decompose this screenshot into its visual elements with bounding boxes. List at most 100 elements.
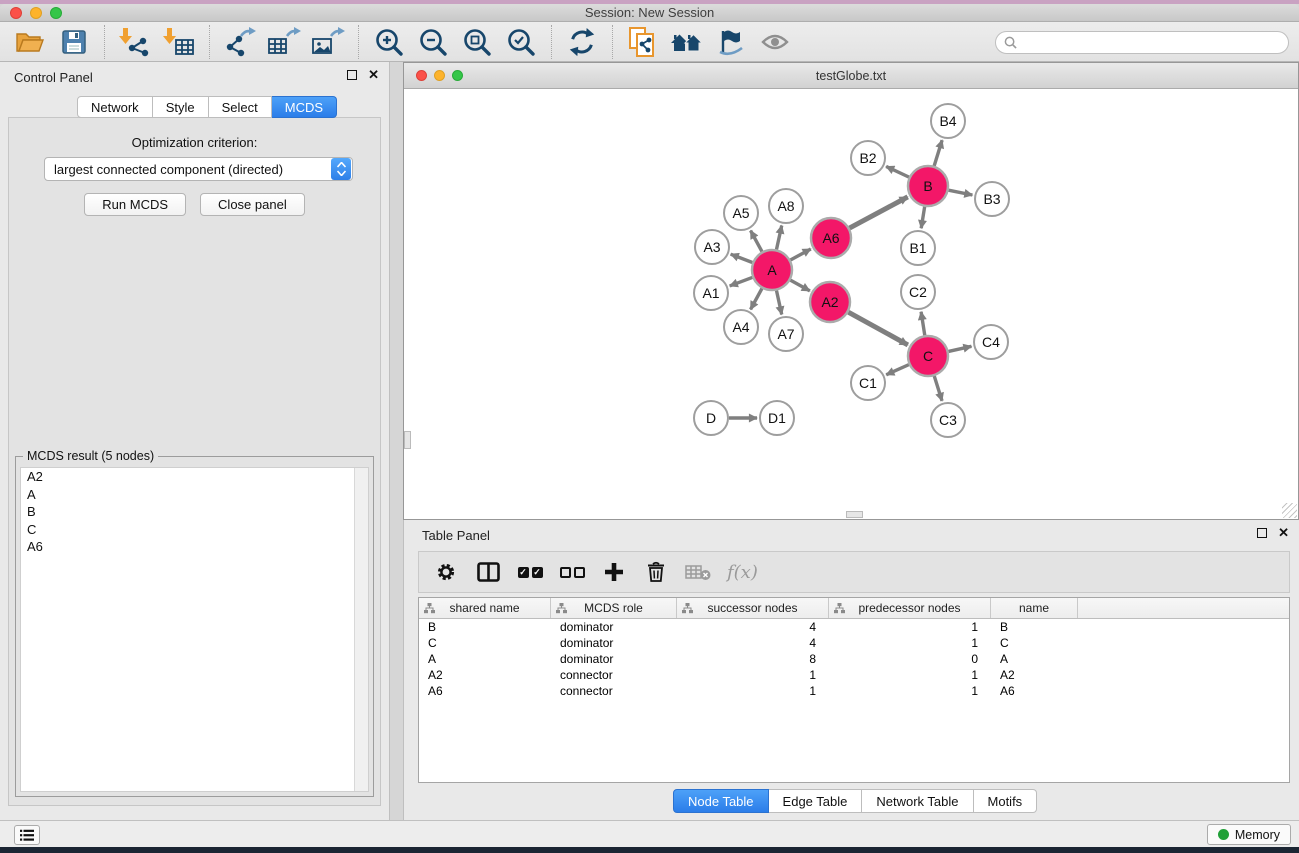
graph-edge[interactable] xyxy=(751,288,762,309)
close-panel-button[interactable]: Close panel xyxy=(200,193,305,216)
import-network-icon[interactable] xyxy=(117,25,153,59)
column-header-shared-name[interactable]: shared name xyxy=(419,598,551,618)
panel-divider[interactable] xyxy=(391,62,403,820)
graph-edge[interactable] xyxy=(730,277,753,286)
select-all-icon[interactable]: ✓✓ xyxy=(517,559,543,585)
column-header-successor-nodes[interactable]: successor nodes xyxy=(677,598,829,618)
criterion-value: largest connected component (directed) xyxy=(45,162,330,177)
tab-node-table[interactable]: Node Table xyxy=(673,789,769,813)
table-row[interactable]: Bdominator 41 B xyxy=(419,619,1289,635)
export-network-icon[interactable] xyxy=(222,25,258,59)
scrollbar[interactable] xyxy=(846,511,863,518)
tab-motifs[interactable]: Motifs xyxy=(974,789,1038,813)
network-window-titlebar[interactable]: testGlobe.txt xyxy=(404,63,1298,89)
settings-gear-icon[interactable] xyxy=(433,559,459,585)
zoom-out-icon[interactable] xyxy=(415,25,451,59)
close-panel-icon[interactable]: ✕ xyxy=(368,70,379,80)
graph-edge[interactable] xyxy=(921,312,925,335)
network-view-window: testGlobe.txt B4B2BB3A8A5A6A3B1AC2A1A2A4… xyxy=(403,62,1299,520)
search-input[interactable] xyxy=(1022,36,1288,50)
home-icon[interactable] xyxy=(669,25,705,59)
scrollbar[interactable] xyxy=(354,468,368,791)
list-item[interactable]: C xyxy=(21,521,368,539)
search-field[interactable] xyxy=(995,31,1289,54)
graph-edge[interactable] xyxy=(776,291,781,315)
list-item[interactable]: A xyxy=(21,486,368,504)
graph-edge[interactable] xyxy=(934,140,942,166)
table-panel: Table Panel ✕ ✓✓ xyxy=(403,520,1299,820)
float-panel-icon[interactable] xyxy=(347,70,357,80)
column-header-mcds-role[interactable]: MCDS role xyxy=(551,598,677,618)
table-row[interactable]: Adominator 80 A xyxy=(419,651,1289,667)
network-window-title: testGlobe.txt xyxy=(404,69,1298,83)
network-canvas[interactable]: B4B2BB3A8A5A6A3B1AC2A1A2A4A7C4CC1DD1C3 xyxy=(404,89,1298,519)
add-column-icon[interactable] xyxy=(601,559,627,585)
column-header-predecessor-nodes[interactable]: predecessor nodes xyxy=(829,598,991,618)
close-panel-icon[interactable]: ✕ xyxy=(1278,528,1289,538)
graph-edge[interactable] xyxy=(886,166,909,177)
workspace: Control Panel ✕ Network Style Select MCD… xyxy=(0,62,1299,820)
import-table-icon[interactable] xyxy=(161,25,197,59)
graph-edge[interactable] xyxy=(848,312,907,345)
tab-mcds[interactable]: MCDS xyxy=(272,96,337,118)
graph-edge[interactable] xyxy=(731,254,753,262)
memory-status-icon xyxy=(1218,829,1229,840)
list-item[interactable]: A6 xyxy=(21,538,368,556)
graph-node-label: D xyxy=(706,410,716,426)
control-panel-title: Control Panel xyxy=(14,70,93,85)
zoom-selected-icon[interactable] xyxy=(503,25,539,59)
delete-column-icon[interactable] xyxy=(643,559,669,585)
graph-edge[interactable] xyxy=(886,365,909,375)
graph-node-label: D1 xyxy=(768,410,786,426)
network-graph[interactable]: B4B2BB3A8A5A6A3B1AC2A1A2A4A7C4CC1DD1C3 xyxy=(404,89,1298,519)
graph-edge[interactable] xyxy=(934,376,942,401)
apply-layout-icon[interactable] xyxy=(564,25,600,59)
show-graphics-details-icon[interactable] xyxy=(713,25,749,59)
tab-select[interactable]: Select xyxy=(209,96,272,118)
list-item[interactable]: A2 xyxy=(21,468,368,486)
save-session-icon[interactable] xyxy=(56,25,92,59)
graph-edge[interactable] xyxy=(921,207,924,229)
memory-button[interactable]: Memory xyxy=(1207,824,1291,845)
export-table-icon[interactable] xyxy=(266,25,302,59)
deselect-all-icon[interactable] xyxy=(559,559,585,585)
scrollbar[interactable] xyxy=(404,431,411,449)
table-row[interactable]: A6connector 11 A6 xyxy=(419,683,1289,699)
table-panel-title: Table Panel xyxy=(422,528,490,543)
graph-node-label: B2 xyxy=(859,150,876,166)
graph-edge[interactable] xyxy=(850,197,908,228)
eye-icon[interactable] xyxy=(757,25,793,59)
run-mcds-button[interactable]: Run MCDS xyxy=(84,193,186,216)
tab-network[interactable]: Network xyxy=(77,96,153,118)
show-columns-icon[interactable] xyxy=(475,559,501,585)
table-panel-header: Table Panel ✕ xyxy=(404,520,1299,550)
mcds-result-list[interactable]: A2 A B C A6 xyxy=(20,467,369,792)
graph-edge[interactable] xyxy=(776,226,781,250)
criterion-dropdown[interactable]: largest connected component (directed) xyxy=(44,157,353,181)
table-row[interactable]: A2connector 11 A2 xyxy=(419,667,1289,683)
column-header-name[interactable]: name xyxy=(991,598,1078,618)
graph-edge[interactable] xyxy=(790,249,810,260)
search-icon xyxy=(1004,36,1017,49)
window-titlebar[interactable]: Session: New Session xyxy=(0,4,1299,22)
graph-edge[interactable] xyxy=(949,190,973,195)
graph-edge[interactable] xyxy=(751,231,762,252)
list-item[interactable]: B xyxy=(21,503,368,521)
resize-grip[interactable] xyxy=(1282,503,1297,518)
graph-edge[interactable] xyxy=(948,346,971,351)
node-table[interactable]: shared name MCDS role successor nodes pr… xyxy=(418,597,1290,783)
zoom-in-icon[interactable] xyxy=(371,25,407,59)
zoom-fit-icon[interactable] xyxy=(459,25,495,59)
tab-edge-table[interactable]: Edge Table xyxy=(769,789,863,813)
table-row[interactable]: Cdominator 41 C xyxy=(419,635,1289,651)
table-header-row: shared name MCDS role successor nodes pr… xyxy=(419,598,1289,619)
float-panel-icon[interactable] xyxy=(1257,528,1267,538)
duplicate-network-icon[interactable] xyxy=(625,25,661,59)
tab-network-table[interactable]: Network Table xyxy=(862,789,973,813)
graph-edge[interactable] xyxy=(790,280,809,291)
task-history-button[interactable] xyxy=(14,825,40,845)
tab-style[interactable]: Style xyxy=(153,96,209,118)
open-session-icon[interactable] xyxy=(12,25,48,59)
export-image-icon[interactable] xyxy=(310,25,346,59)
graph-node-label: B3 xyxy=(983,191,1000,207)
